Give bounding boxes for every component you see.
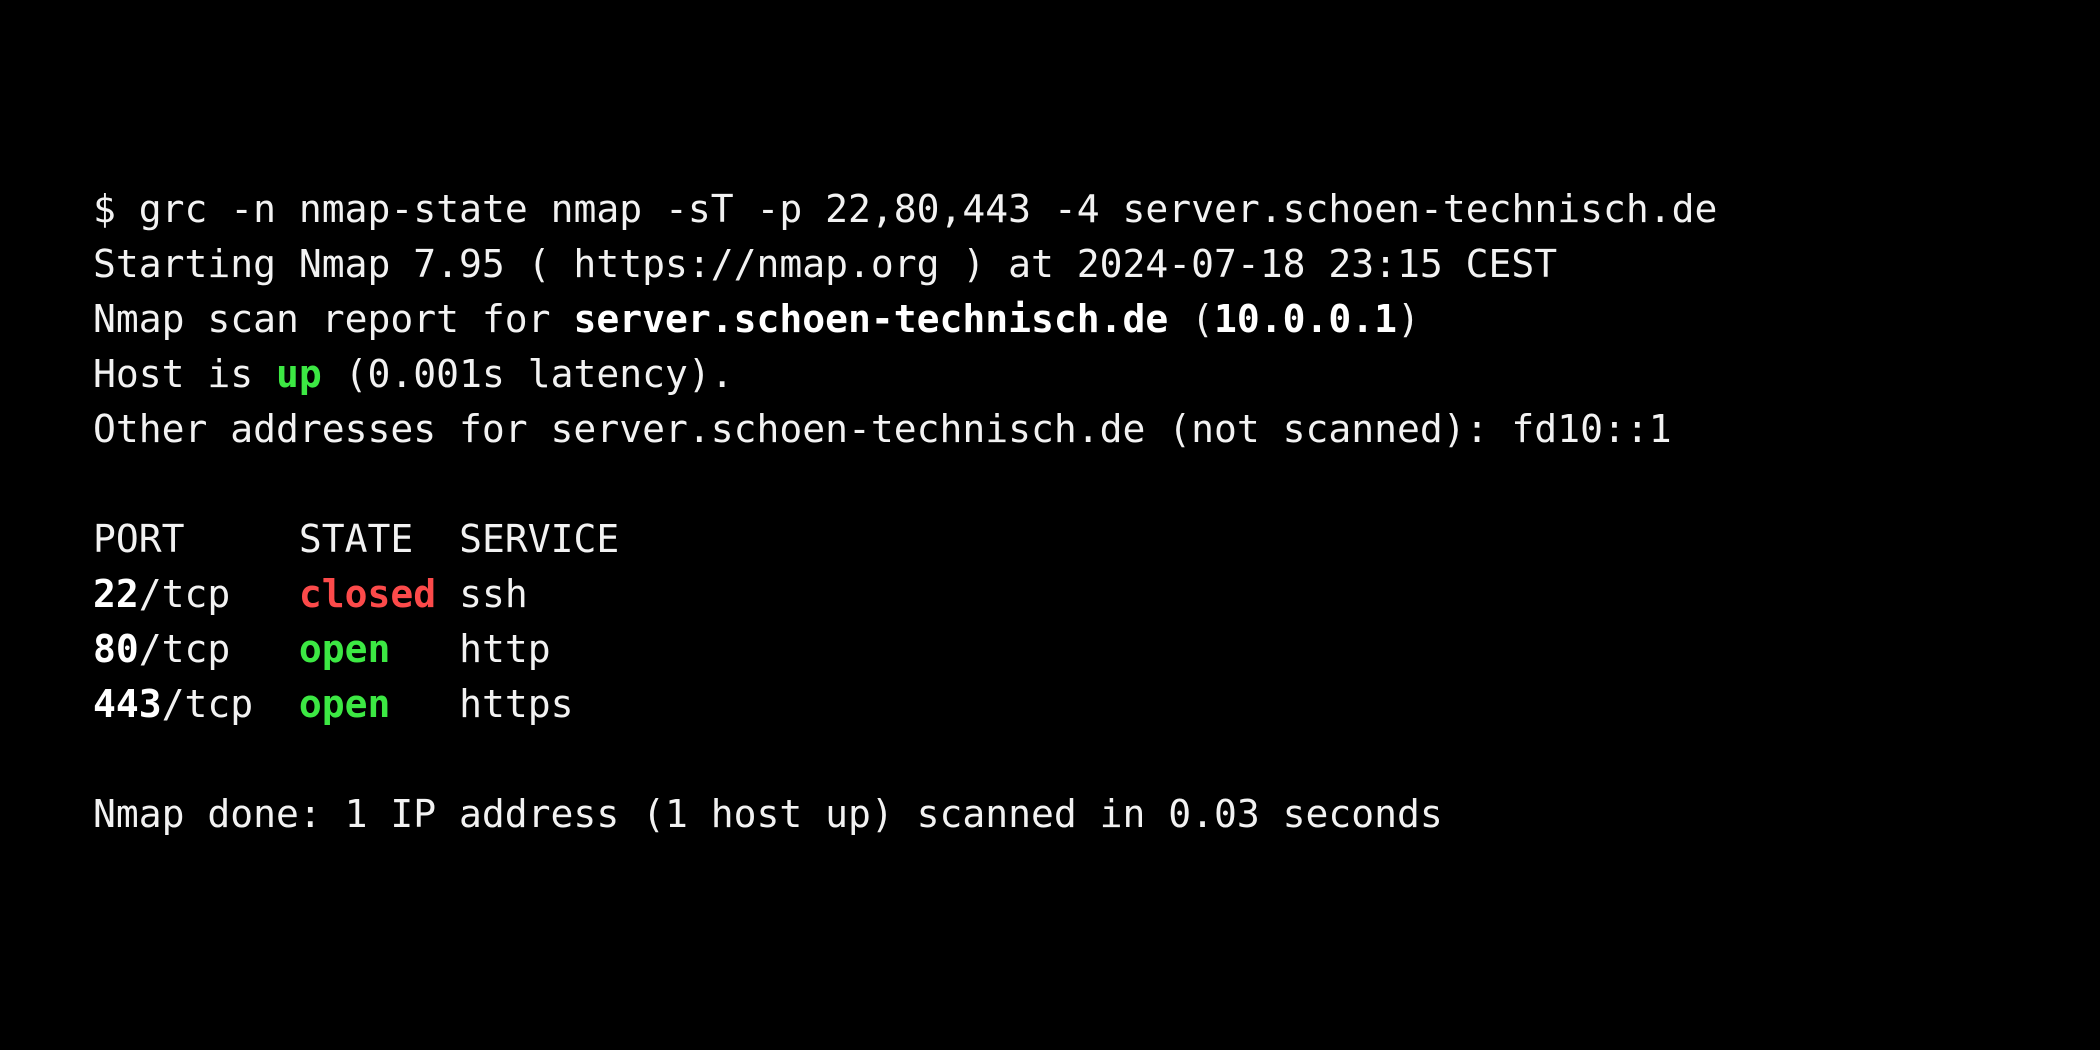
host-status-prefix: Host is xyxy=(93,352,277,396)
table-row: 443/tcp open https xyxy=(93,677,1717,732)
row-service: http xyxy=(459,627,551,671)
row-service: ssh xyxy=(459,572,528,616)
terminal-screen[interactable]: $ grc -n nmap-state nmap -sT -p 22,80,44… xyxy=(93,182,1717,842)
header-state: STATE xyxy=(298,517,414,561)
row-port-proto: /tcp xyxy=(138,572,231,616)
scan-report-prefix: Nmap scan report for xyxy=(93,297,574,341)
header-port: PORT xyxy=(93,517,185,561)
scan-report-line: Nmap scan report for server.schoen-techn… xyxy=(93,292,1717,347)
row-port-pad xyxy=(230,627,299,671)
row-port-number: 80 xyxy=(93,627,139,671)
table-row: 80/tcp open http xyxy=(93,622,1717,677)
header-port-pad xyxy=(185,517,299,561)
host-status-latency: (0.001s latency). xyxy=(321,352,734,396)
shell-prompt-symbol: $ xyxy=(93,187,116,231)
other-addresses-text: Other addresses for server.schoen-techni… xyxy=(93,407,1672,451)
row-state-pad xyxy=(390,682,459,726)
nmap-banner-line: Starting Nmap 7.95 ( https://nmap.org ) … xyxy=(93,237,1717,292)
row-state: open xyxy=(298,627,391,671)
scan-report-open-paren: ( xyxy=(1168,297,1215,341)
scan-report-close-paren: ) xyxy=(1397,297,1420,341)
row-port-pad xyxy=(230,572,299,616)
row-state: closed xyxy=(298,572,437,616)
row-port-proto: /tcp xyxy=(161,682,254,726)
header-service: SERVICE xyxy=(459,517,620,561)
scan-summary-line: Nmap done: 1 IP address (1 host up) scan… xyxy=(93,787,1717,842)
row-port-number: 22 xyxy=(93,572,139,616)
row-state-pad xyxy=(390,627,459,671)
table-row: 22/tcp closed ssh xyxy=(93,567,1717,622)
header-state-pad xyxy=(413,517,459,561)
command-text: grc -n nmap-state nmap -sT -p 22,80,443 … xyxy=(138,187,1718,231)
row-state-pad xyxy=(436,572,459,616)
command-line: $ grc -n nmap-state nmap -sT -p 22,80,44… xyxy=(93,182,1717,237)
other-addresses-line: Other addresses for server.schoen-techni… xyxy=(93,402,1717,457)
command-space xyxy=(116,187,139,231)
terminal-window: $ grc -n nmap-state nmap -sT -p 22,80,44… xyxy=(0,0,2100,1050)
host-status-line: Host is up (0.001s latency). xyxy=(93,347,1717,402)
row-port-proto: /tcp xyxy=(138,627,231,671)
scan-report-ip: 10.0.0.1 xyxy=(1214,297,1398,341)
scan-summary-text: Nmap done: 1 IP address (1 host up) scan… xyxy=(93,792,1443,836)
host-status-value: up xyxy=(276,352,322,396)
row-port-number: 443 xyxy=(93,682,162,726)
row-port-pad xyxy=(253,682,299,726)
row-state: open xyxy=(298,682,391,726)
row-service: https xyxy=(459,682,574,726)
nmap-banner-text: Starting Nmap 7.95 ( https://nmap.org ) … xyxy=(93,242,1558,286)
port-table-header: PORT STATE SERVICE xyxy=(93,512,1717,567)
scan-report-hostname: server.schoen-technisch.de xyxy=(573,297,1169,341)
